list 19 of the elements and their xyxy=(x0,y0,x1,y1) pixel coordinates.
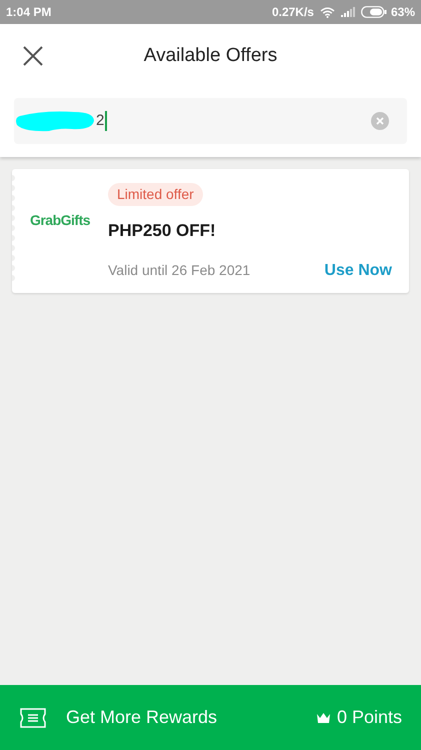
search-value: 2 xyxy=(96,111,108,131)
status-time: 1:04 PM xyxy=(6,4,52,21)
brand-logo: GrabGifts xyxy=(30,210,90,230)
battery-percent: 63% xyxy=(390,4,415,21)
offer-card[interactable]: GrabGifts Limited offer PHP250 OFF! Valid until 26 Feb 2021 Use Now xyxy=(12,169,409,293)
points-count: 0 Points xyxy=(336,706,402,729)
crown-icon xyxy=(316,712,331,724)
network-speed: 0.27K/s xyxy=(272,4,314,21)
close-icon xyxy=(23,46,43,66)
battery-icon xyxy=(360,6,387,18)
offer-badge: Limited offer xyxy=(108,183,203,206)
ticket-icon xyxy=(20,708,46,728)
signal-icon xyxy=(340,7,355,17)
offer-title: PHP250 OFF! xyxy=(108,220,217,242)
validity-text: Valid until 26 Feb 2021 xyxy=(108,261,250,280)
clear-icon xyxy=(376,117,384,125)
wifi-icon xyxy=(320,6,335,18)
page-title: Available Offers xyxy=(144,44,278,68)
search-field[interactable]: 2 xyxy=(14,98,407,144)
